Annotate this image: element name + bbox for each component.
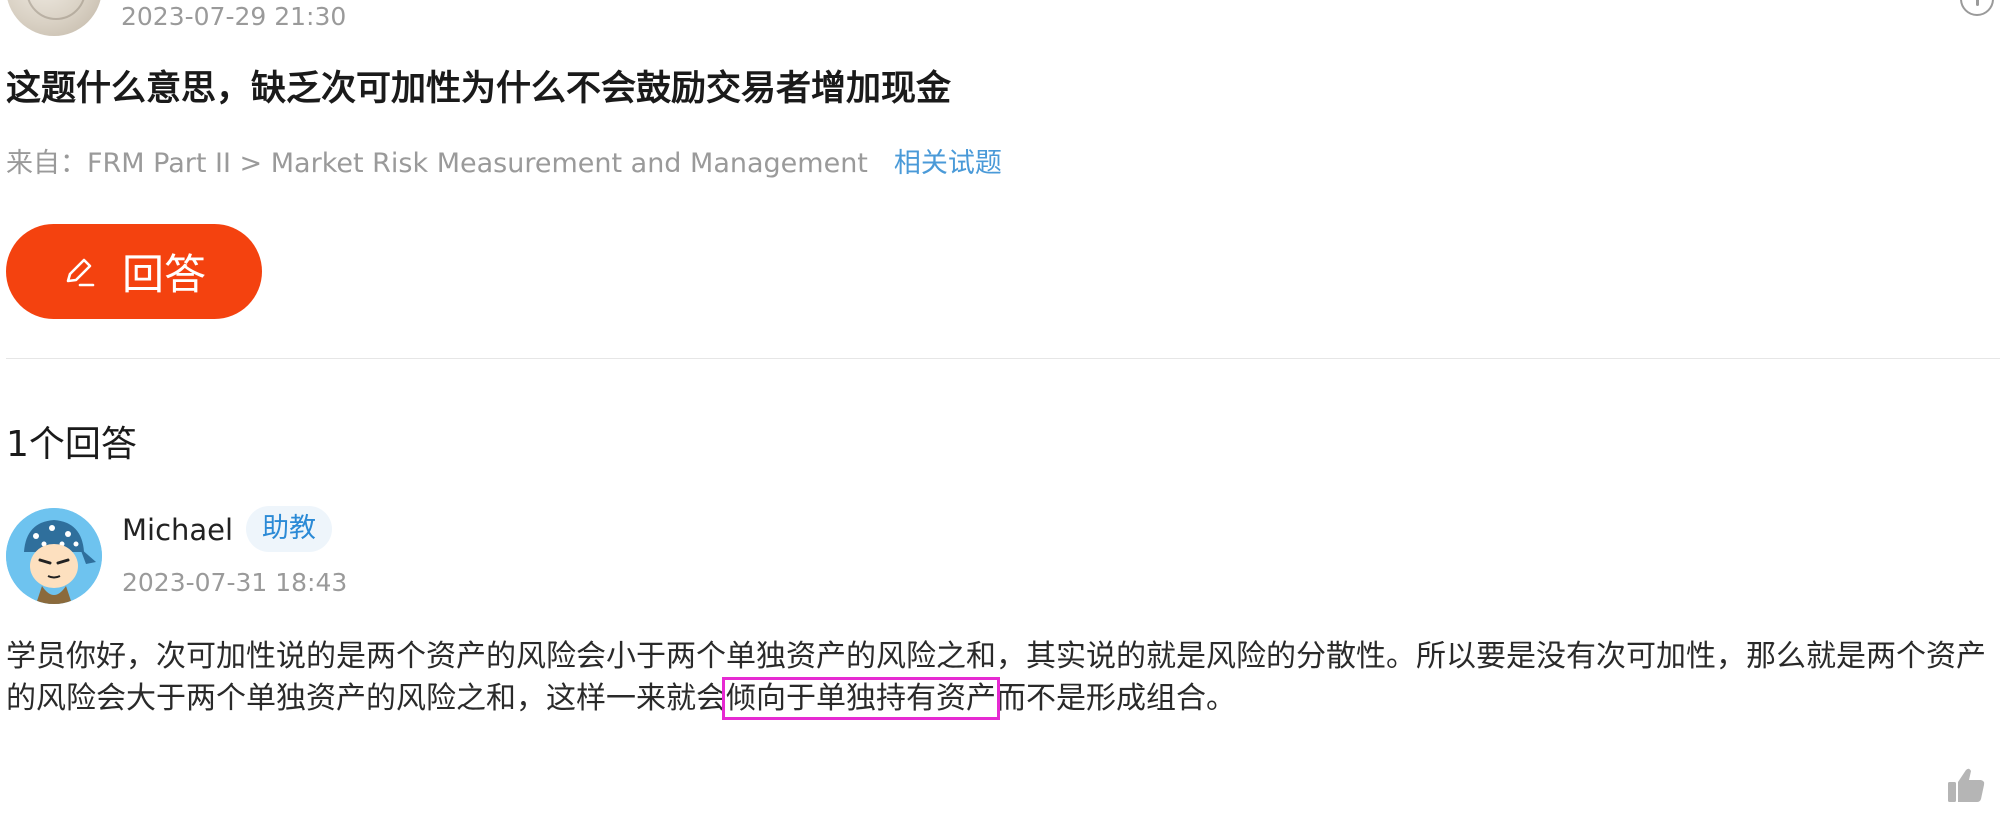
question-source: 来自：FRM Part II > Market Risk Measurement… bbox=[6, 144, 1002, 184]
highlighted-phrase: 倾向于单独持有资产 bbox=[722, 677, 1000, 720]
answer-button[interactable]: 回答 bbox=[6, 224, 262, 319]
reply-body: 学员你好，次可加性说的是两个资产的风险会小于两个单独资产的风险之和，其实说的就是… bbox=[6, 636, 1986, 720]
source-path[interactable]: FRM Part II > Market Risk Measurement an… bbox=[87, 148, 868, 179]
question-title: 这题什么意思，缺乏次可加性为什么不会鼓励交易者增加现金 bbox=[6, 69, 952, 109]
reply-author-name[interactable]: Michael bbox=[122, 508, 233, 552]
question-date: 2023-07-29 21:30 bbox=[121, 2, 347, 31]
answer-button-label: 回答 bbox=[121, 250, 206, 299]
answers-count: 1个回答 bbox=[6, 424, 137, 465]
source-prefix: 来自： bbox=[6, 148, 87, 179]
reply-author-avatar[interactable] bbox=[6, 508, 102, 604]
question-author-avatar[interactable] bbox=[6, 0, 102, 36]
pen-icon bbox=[66, 258, 95, 286]
like-icon[interactable] bbox=[1946, 764, 1986, 804]
question-page: 2023-07-29 21:30 这题什么意思，缺乏次可加性为什么不会鼓励交易者… bbox=[0, 0, 2000, 818]
role-badge: 助教 bbox=[246, 506, 332, 552]
related-questions-link[interactable]: 相关试题 bbox=[894, 148, 1002, 179]
section-divider bbox=[6, 358, 2000, 359]
avatar-sketch bbox=[26, 0, 86, 20]
cartoon-avatar-icon bbox=[6, 508, 102, 604]
reply-body-text-end: 而不是形成组合。 bbox=[996, 681, 1236, 716]
reply-date: 2023-07-31 18:43 bbox=[122, 568, 348, 597]
more-icon[interactable] bbox=[1960, 0, 1994, 16]
